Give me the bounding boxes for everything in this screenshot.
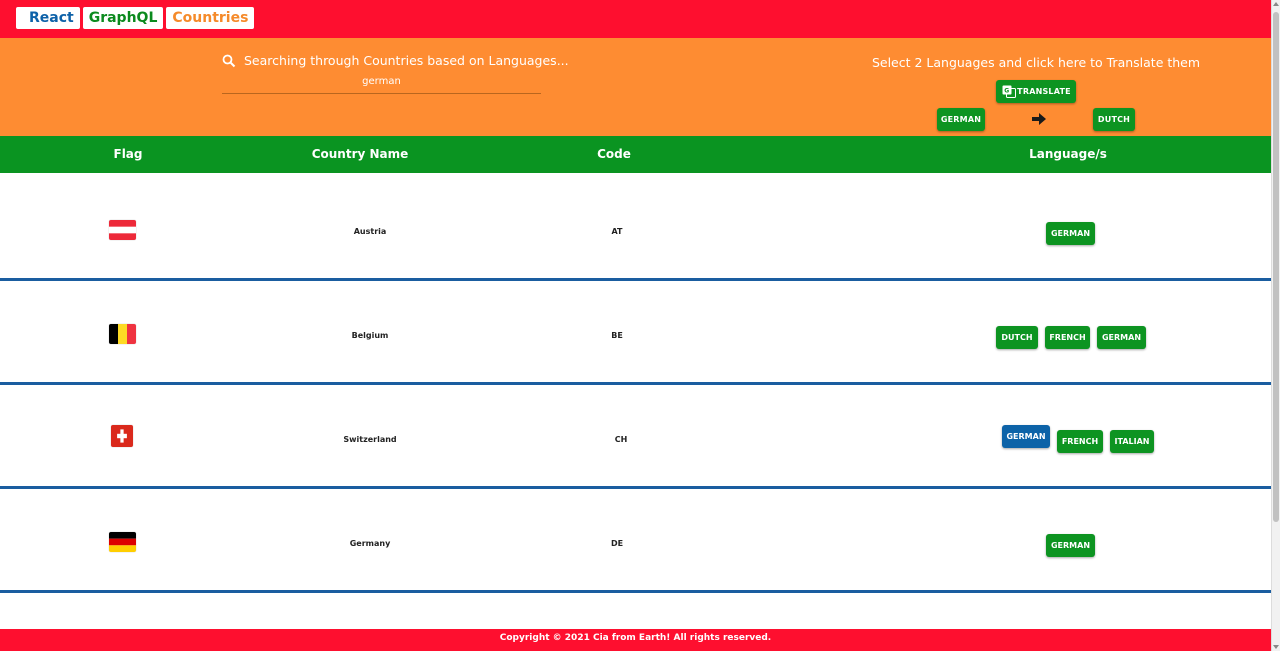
search-input[interactable]: german	[222, 76, 541, 87]
language-button-german[interactable]: GERMAN	[1097, 326, 1146, 349]
country-name: Belgium	[351, 331, 389, 340]
table-row: Belgium BE DUTCH FRENCH GERMAN	[0, 281, 1271, 385]
switzerland-flag-icon	[111, 425, 133, 447]
austria-flag-icon	[109, 220, 136, 240]
footer: Copyright © 2021 Cia from Earth! All rig…	[0, 629, 1271, 651]
translate-button-label: TRANSLATE	[1017, 87, 1071, 96]
search-label: Searching through Countries based on Lan…	[244, 53, 569, 68]
table-row: Austria AT GERMAN	[0, 177, 1271, 281]
country-code: CH	[614, 435, 628, 444]
table-header: Flag Country Name Code Language/s	[0, 136, 1271, 173]
vertical-scrollbar[interactable]	[1271, 0, 1280, 651]
header-flag: Flag	[113, 147, 143, 161]
header-code: Code	[597, 147, 631, 161]
scrollbar-thumb[interactable]	[1273, 12, 1279, 522]
translate-hint: Select 2 Languages and click here to Tra…	[871, 55, 1201, 70]
svg-text:G: G	[1004, 88, 1009, 95]
search-header: Searching through Countries based on Lan…	[0, 38, 1271, 136]
brand-react: React	[16, 7, 80, 29]
scroll-up-icon[interactable]	[1273, 2, 1279, 6]
country-name: Germany	[349, 539, 391, 548]
belgium-flag-icon	[109, 324, 136, 344]
brand-graphql: GraphQL	[82, 7, 164, 29]
language-button-german[interactable]: GERMAN	[1046, 534, 1095, 557]
table-row: Germany DE GERMAN	[0, 489, 1271, 593]
table-row: Switzerland CH GERMAN FRENCH ITALIAN	[0, 385, 1271, 489]
arrow-right-icon	[1032, 113, 1046, 125]
header-country-name: Country Name	[311, 147, 409, 161]
translate-icon: G	[1002, 85, 1016, 98]
language-button-french[interactable]: FRENCH	[1045, 326, 1090, 349]
language-button-german-selected[interactable]: GERMAN	[1002, 425, 1050, 448]
language-button-dutch[interactable]: DUTCH	[996, 326, 1038, 349]
search-icon	[222, 54, 236, 68]
page: React GraphQL Countries Searching throug…	[0, 0, 1271, 651]
country-code: BE	[611, 331, 623, 340]
target-language-button[interactable]: DUTCH	[1093, 108, 1135, 131]
header-languages: Language/s	[1029, 147, 1107, 161]
language-button-french[interactable]: FRENCH	[1057, 430, 1103, 453]
brand-countries: Countries	[166, 7, 255, 29]
translate-button[interactable]: G TRANSLATE	[996, 80, 1076, 103]
brand-logo[interactable]: React GraphQL Countries	[16, 7, 255, 29]
language-button-german[interactable]: GERMAN	[1046, 222, 1095, 245]
source-language-button[interactable]: GERMAN	[937, 108, 985, 131]
country-name: Austria	[353, 227, 387, 236]
top-navbar: React GraphQL Countries	[0, 0, 1271, 38]
country-code: DE	[610, 539, 624, 548]
country-code: AT	[611, 227, 623, 236]
germany-flag-icon	[109, 532, 136, 552]
language-button-italian[interactable]: ITALIAN	[1110, 430, 1154, 453]
country-name: Switzerland	[343, 435, 397, 444]
scroll-down-icon[interactable]	[1273, 645, 1279, 649]
search-field[interactable]: Searching through Countries based on Lan…	[222, 50, 569, 94]
